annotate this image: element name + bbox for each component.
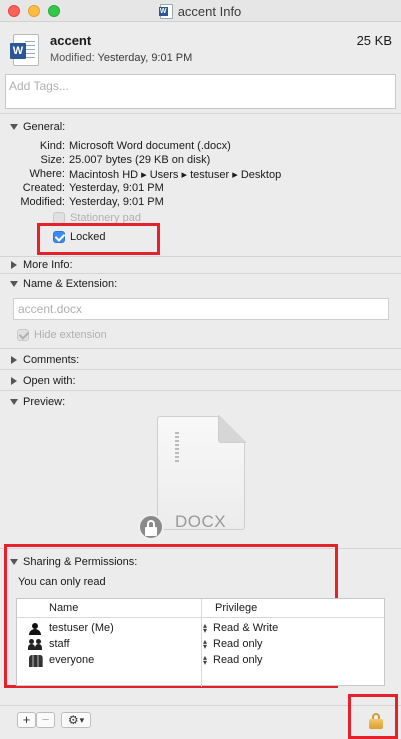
privilege-value: Read only: [213, 638, 263, 650]
file-name: accent: [50, 33, 92, 48]
size-label: Size:: [40, 154, 65, 166]
row-name: everyone: [49, 654, 95, 666]
hide-extension-checkbox[interactable]: Hide extension: [17, 329, 107, 341]
remove-user-button[interactable]: −: [36, 712, 55, 728]
word-document-icon: W: [10, 34, 39, 66]
section-preview-title: Preview:: [23, 396, 66, 408]
tags-input[interactable]: [6, 75, 395, 97]
lock-badge-icon: [138, 514, 164, 540]
disclosure-closed-icon: [11, 377, 17, 385]
section-name-extension-title: Name & Extension:: [23, 278, 118, 290]
file-size: 25 KB: [356, 33, 392, 48]
privilege-value: Read only: [213, 654, 263, 666]
divider: [0, 390, 401, 391]
preview-extension-label: DOCX: [175, 512, 227, 531]
table-row[interactable]: everyone ▴ ▾ Read only: [17, 653, 384, 669]
group-icon: [28, 639, 43, 651]
up-down-arrows-icon: ▴ ▾: [203, 637, 208, 651]
size-value: 25.007 bytes (29 KB on disk): [69, 154, 211, 166]
disclosure-open-icon: [10, 124, 18, 130]
divider: [0, 256, 401, 257]
created-value: Yesterday, 9:01 PM: [69, 182, 164, 194]
word-document-icon: [158, 3, 173, 19]
tags-field-container: [5, 74, 396, 109]
disclosure-open-icon: [10, 559, 18, 565]
table-row[interactable]: testuser (Me) ▴ ▾ Read & Write: [17, 621, 384, 637]
modified-value: Yesterday, 9:01 PM: [97, 52, 193, 64]
created-row: Created: Yesterday, 9:01 PM: [0, 182, 401, 196]
row-name: staff: [49, 638, 70, 650]
chevron-down-icon: ▾: [79, 714, 85, 725]
where-row: Where: Macintosh HD ▸ Users ▸ testuser ▸…: [0, 168, 401, 182]
modified-label: Modified:: [50, 52, 95, 64]
hide-extension-label: Hide extension: [34, 329, 107, 341]
modified-detail-row: Modified: Yesterday, 9:01 PM: [0, 196, 401, 210]
everyone-icon: [29, 655, 43, 667]
divider: [0, 369, 401, 370]
column-header-name[interactable]: Name: [49, 602, 78, 614]
divider: [0, 113, 401, 114]
disclosure-closed-icon: [11, 356, 17, 364]
section-open-with-title: Open with:: [23, 375, 76, 387]
created-label: Created:: [22, 182, 65, 194]
section-comments-title: Comments:: [23, 354, 80, 366]
permissions-table: Name Privilege testuser (Me) ▴ ▾ Read & W…: [16, 598, 385, 687]
locked-label: Locked: [70, 231, 106, 243]
add-user-button[interactable]: +: [17, 712, 36, 728]
checkbox-checked-icon: [53, 231, 65, 243]
locked-checkbox[interactable]: Locked: [53, 231, 105, 243]
section-sharing-title: Sharing & Permissions:: [23, 556, 138, 568]
section-general-title: General:: [23, 121, 66, 133]
privilege-value: Read & Write: [213, 622, 279, 634]
divider: [0, 273, 401, 274]
section-comments-toggle[interactable]: Comments:: [10, 354, 79, 366]
privilege-popup[interactable]: ▴ ▾ Read only: [203, 653, 263, 667]
kind-value: Microsoft Word document (.docx): [69, 140, 231, 152]
where-label: Where:: [29, 168, 65, 180]
section-general-toggle[interactable]: General:: [10, 121, 65, 133]
sharing-status-text: You can only read: [18, 576, 106, 588]
size-row: Size: 25.007 bytes (29 KB on disk): [0, 154, 401, 168]
privilege-popup[interactable]: ▴ ▾ Read only: [203, 637, 263, 651]
up-down-arrows-icon: ▴ ▾: [203, 653, 208, 667]
section-preview-toggle[interactable]: Preview:: [10, 396, 65, 408]
section-open-with-toggle[interactable]: Open with:: [10, 375, 76, 387]
kind-row: Kind: Microsoft Word document (.docx): [0, 140, 401, 154]
section-more-info-title: More Info:: [23, 259, 73, 271]
column-header-privilege[interactable]: Privilege: [215, 602, 257, 614]
window-title-area: accent Info: [0, 0, 401, 22]
modified-row: Modified: Yesterday, 9:01 PM: [50, 52, 192, 64]
modified-detail-label: Modified:: [20, 196, 65, 208]
section-more-info-toggle[interactable]: More Info:: [10, 259, 73, 271]
modified-detail-value: Yesterday, 9:01 PM: [69, 196, 164, 208]
where-value: Macintosh HD ▸ Users ▸ testuser ▸ Deskto…: [69, 169, 282, 181]
disclosure-open-icon: [10, 399, 18, 405]
row-name: testuser (Me): [49, 622, 114, 634]
kind-label: Kind:: [39, 140, 65, 152]
table-row[interactable]: staff ▴ ▾ Read only: [17, 637, 384, 653]
up-down-arrows-icon: ▴ ▾: [203, 621, 208, 635]
divider: [0, 705, 401, 706]
user-icon: [29, 623, 43, 635]
divider: [0, 348, 401, 349]
document-preview-icon: DOCX: [157, 415, 246, 531]
action-menu-button[interactable]: ⚙ ▾: [61, 712, 91, 728]
checkbox-checked-icon: [17, 329, 29, 341]
disclosure-open-icon: [10, 281, 18, 287]
section-sharing-toggle[interactable]: Sharing & Permissions:: [10, 556, 137, 568]
disclosure-closed-icon: [11, 261, 17, 269]
section-name-extension-toggle[interactable]: Name & Extension:: [10, 278, 117, 290]
gear-icon: ⚙: [67, 712, 79, 727]
lock-icon[interactable]: [369, 713, 383, 729]
privilege-popup[interactable]: ▴ ▾ Read & Write: [203, 621, 279, 635]
window-title: accent Info: [177, 3, 242, 19]
name-extension-field[interactable]: accent.docx: [13, 298, 389, 320]
